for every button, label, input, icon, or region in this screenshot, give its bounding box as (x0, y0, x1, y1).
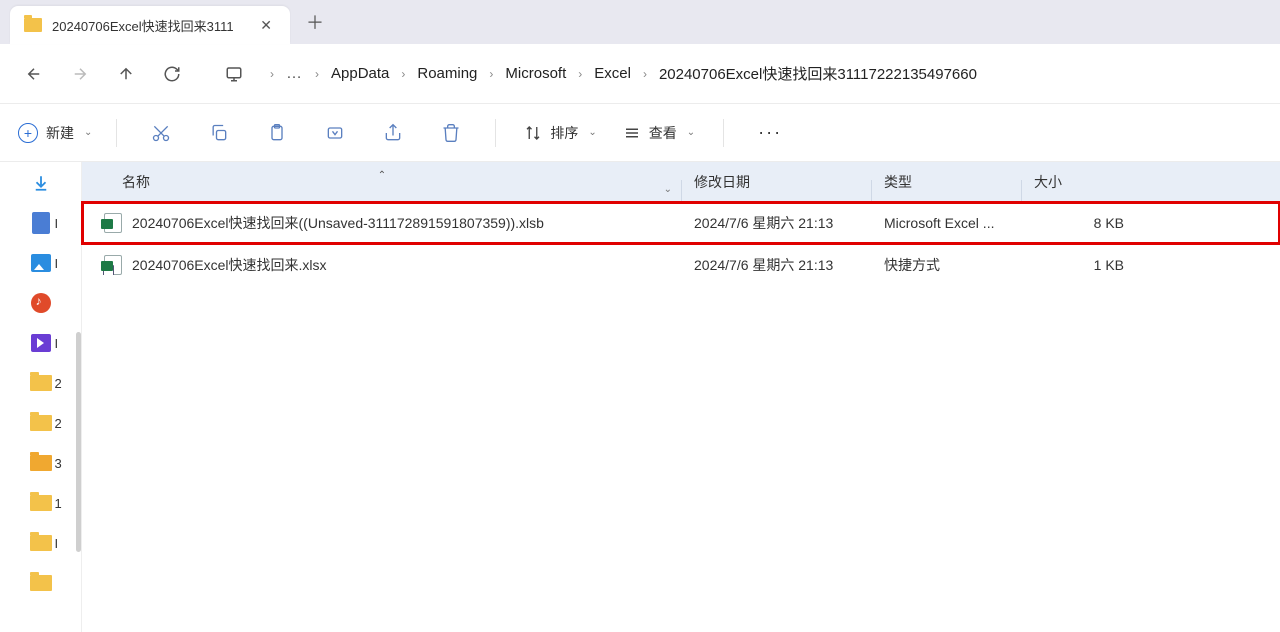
share-button[interactable] (373, 113, 413, 153)
sidebar-folder[interactable]: I (25, 530, 57, 556)
file-modified-cell: 2024/7/6 星期六 21:13 (682, 213, 872, 233)
music-icon (31, 293, 51, 313)
file-type-cell: Microsoft Excel ... (872, 215, 1022, 231)
chevron-down-icon: ⌄ (84, 127, 92, 138)
close-icon[interactable]: ✕ (256, 15, 276, 36)
file-row[interactable]: 20240706Excel快速找回来.xlsx 2024/7/6 星期六 21:… (82, 244, 1280, 286)
chevron-down-icon: ⌄ (687, 127, 695, 138)
navigation-bar: › … › AppData › Roaming › Microsoft › Ex… (0, 44, 1280, 104)
crumb-roaming[interactable]: Roaming (413, 61, 481, 86)
view-label: 查看 (649, 123, 677, 143)
file-modified-cell: 2024/7/6 星期六 21:13 (682, 255, 872, 275)
chevron-right-icon: › (643, 67, 647, 81)
column-type[interactable]: 类型 (872, 172, 1022, 192)
column-headers: ⌃ 名称 ⌄ 修改日期 类型 大小 (82, 162, 1280, 202)
breadcrumb[interactable]: › … › AppData › Roaming › Microsoft › Ex… (260, 59, 1266, 88)
sidebar-folder[interactable]: 1 (25, 490, 57, 516)
column-modified[interactable]: 修改日期 (682, 172, 872, 192)
chevron-down-icon: ⌄ (588, 127, 596, 138)
sort-indicator-icon: ⌃ (378, 170, 386, 181)
rename-button[interactable] (315, 113, 355, 153)
file-type-cell: 快捷方式 (872, 255, 1022, 275)
sidebar-folder[interactable]: 2 (25, 370, 57, 396)
chevron-right-icon: › (401, 67, 405, 81)
new-label: 新建 (46, 123, 74, 143)
paste-button[interactable] (257, 113, 297, 153)
refresh-button[interactable] (152, 54, 192, 94)
column-size[interactable]: 大小 (1022, 172, 1142, 192)
divider (723, 119, 724, 147)
view-button[interactable]: 查看 ⌄ (619, 123, 699, 143)
file-name-cell: 20240706Excel快速找回来.xlsx (82, 255, 682, 275)
sidebar-folder[interactable]: 2 (25, 410, 57, 436)
breadcrumb-overflow[interactable]: … (282, 65, 307, 83)
cut-button[interactable] (141, 113, 181, 153)
sidebar-downloads[interactable] (25, 170, 57, 196)
tab-bar: 20240706Excel快速找回来3111 ✕ ＋ (0, 0, 1280, 44)
file-row[interactable]: 20240706Excel快速找回来((Unsaved-311172891591… (82, 202, 1280, 244)
video-icon (31, 334, 51, 352)
chevron-right-icon: › (315, 67, 319, 81)
crumb-excel[interactable]: Excel (590, 61, 635, 86)
folder-icon (30, 415, 52, 431)
file-name-cell: 20240706Excel快速找回来((Unsaved-311172891591… (82, 213, 682, 233)
divider (495, 119, 496, 147)
crumb-current[interactable]: 20240706Excel快速找回来31117222135497660 (655, 59, 981, 88)
up-button[interactable] (106, 54, 146, 94)
delete-button[interactable] (431, 113, 471, 153)
sidebar-pictures[interactable]: I (25, 250, 57, 276)
excel-shortcut-icon (104, 255, 122, 275)
picture-icon (31, 254, 51, 272)
plus-circle-icon: + (18, 123, 38, 143)
folder-icon (30, 495, 52, 511)
this-pc-icon[interactable] (214, 54, 254, 94)
column-name[interactable]: ⌃ 名称 ⌄ (82, 172, 682, 192)
folder-icon (30, 375, 52, 391)
folder-icon (30, 455, 52, 471)
sidebar-music[interactable] (25, 290, 57, 316)
back-button[interactable] (14, 54, 54, 94)
chevron-right-icon: › (578, 67, 582, 81)
file-size-cell: 8 KB (1022, 215, 1142, 231)
active-tab[interactable]: 20240706Excel快速找回来3111 ✕ (10, 6, 290, 44)
copy-button[interactable] (199, 113, 239, 153)
sort-label: 排序 (550, 123, 578, 143)
excel-file-icon (104, 213, 122, 233)
sort-button[interactable]: 排序 ⌄ (520, 123, 600, 143)
crumb-microsoft[interactable]: Microsoft (501, 61, 570, 86)
sidebar-documents[interactable]: I (25, 210, 57, 236)
folder-icon (30, 535, 52, 551)
tab-title: 20240706Excel快速找回来3111 (52, 16, 246, 35)
sidebar-folder[interactable] (25, 570, 57, 596)
sidebar: I I I 2 2 3 1 I (0, 162, 82, 632)
chevron-right-icon: › (270, 67, 274, 81)
toolbar: + 新建 ⌄ 排序 ⌄ 查看 ⌄ ··· (0, 104, 1280, 162)
folder-icon (30, 575, 52, 591)
new-button[interactable]: + 新建 ⌄ (18, 123, 92, 143)
file-list-area: ⌃ 名称 ⌄ 修改日期 类型 大小 20240706Excel快速找回来((Un… (82, 162, 1280, 632)
folder-icon (24, 18, 42, 32)
new-tab-button[interactable]: ＋ (290, 9, 340, 35)
forward-button[interactable] (60, 54, 100, 94)
chevron-right-icon: › (489, 67, 493, 81)
file-size-cell: 1 KB (1022, 257, 1142, 273)
crumb-appdata[interactable]: AppData (327, 61, 393, 86)
document-icon (32, 212, 50, 234)
sidebar-videos[interactable]: I (25, 330, 57, 356)
divider (116, 119, 117, 147)
main-area: I I I 2 2 3 1 I ⌃ 名称 ⌄ 修改日期 类型 大小 202407… (0, 162, 1280, 632)
more-button[interactable]: ··· (748, 122, 792, 143)
chevron-down-icon[interactable]: ⌄ (664, 184, 672, 195)
sidebar-folder[interactable]: 3 (25, 450, 57, 476)
